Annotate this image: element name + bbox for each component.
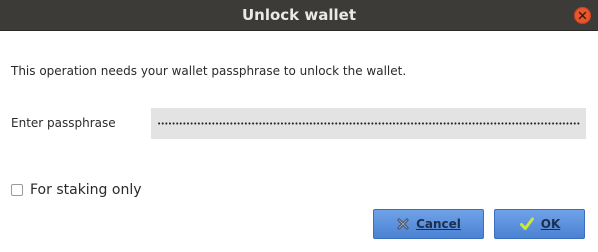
unlock-message: This operation needs your wallet passphr… <box>11 64 407 78</box>
passphrase-input[interactable] <box>151 108 586 139</box>
ok-button[interactable]: OK <box>494 209 585 239</box>
cancel-label: Cancel <box>416 217 461 231</box>
close-button[interactable] <box>574 7 591 24</box>
cancel-button[interactable]: Cancel <box>373 209 484 239</box>
x-icon <box>396 217 410 231</box>
staking-checkbox[interactable] <box>11 184 23 196</box>
title-bar: Unlock wallet <box>0 0 598 31</box>
ok-label: OK <box>540 217 561 231</box>
staking-option[interactable]: For staking only <box>11 181 142 199</box>
passphrase-label: Enter passphrase <box>11 116 116 130</box>
window-title: Unlock wallet <box>241 6 356 24</box>
close-icon <box>578 11 587 20</box>
staking-label: For staking only <box>30 182 142 198</box>
checkmark-icon <box>519 216 535 232</box>
unlock-wallet-dialog: Unlock wallet This operation needs your … <box>0 0 598 252</box>
